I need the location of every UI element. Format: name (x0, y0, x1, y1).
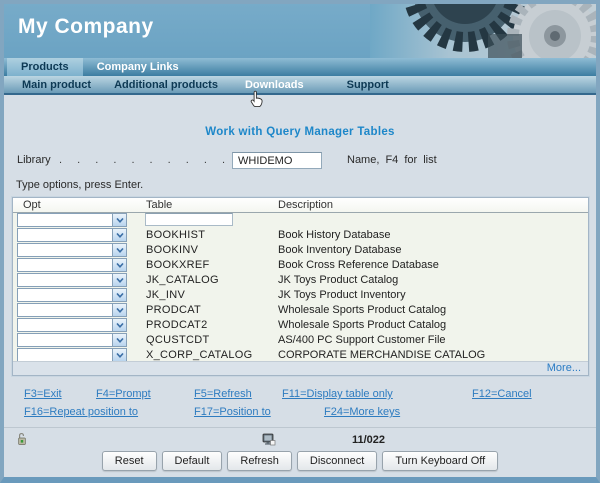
chevron-down-icon (112, 349, 126, 361)
page-header: My Company (4, 4, 596, 58)
table-name: BOOKXREF (146, 259, 210, 271)
fkey-f4[interactable]: F4=Prompt (96, 388, 151, 400)
table-name: BOOKINV (146, 244, 198, 256)
opt-dropdown[interactable] (17, 348, 127, 362)
cursor-position: 11/022 (352, 434, 385, 446)
opt-dropdown[interactable] (17, 258, 127, 272)
keyboard-button-row: ResetDefaultRefreshDisconnectTurn Keyboa… (4, 451, 596, 471)
chevron-down-icon (112, 319, 126, 331)
opt-dropdown[interactable] (17, 243, 127, 257)
table-description: Wholesale Sports Product Catalog (278, 319, 446, 331)
opt-dropdown[interactable] (17, 213, 127, 227)
opt-dropdown[interactable] (17, 303, 127, 317)
column-header-table: Table (146, 199, 172, 211)
table-row: BOOKXREF Book Cross Reference Database (13, 258, 588, 273)
more-link[interactable]: More... (547, 362, 581, 374)
chevron-down-icon (112, 214, 126, 226)
disconnect-button[interactable]: Disconnect (297, 451, 377, 471)
table-description: CORPORATE MERCHANDISE CATALOG (278, 349, 485, 361)
default-button[interactable]: Default (162, 451, 223, 471)
library-dots: . . . . . . . . . . . (59, 154, 249, 166)
table-name: PRODCAT (146, 304, 201, 316)
library-hint: Name, F4 for list (347, 154, 437, 166)
chevron-down-icon (112, 334, 126, 346)
lock-open-icon (16, 432, 28, 446)
function-keys-row-1: F3=Exit F4=Prompt F5=Refresh F11=Display ta… (4, 388, 596, 404)
table-description: Book Cross Reference Database (278, 259, 439, 271)
table-row: JK_CATALOG JK Toys Product Catalog (13, 273, 588, 288)
monitor-icon (262, 433, 276, 446)
library-input[interactable] (232, 152, 322, 169)
table-row: QCUSTCDT AS/400 PC Support Customer File (13, 333, 588, 348)
menu-item-additional-products[interactable]: Additional products (114, 79, 218, 91)
table-name: QCUSTCDT (146, 334, 210, 346)
fkey-f17[interactable]: F17=Position to (194, 406, 271, 418)
column-header-description: Description (278, 199, 333, 211)
opt-dropdown[interactable] (17, 318, 127, 332)
table-name: PRODCAT2 (146, 319, 207, 331)
menu-bar: Main product Additional products Downloads… (4, 76, 596, 95)
turn-keyboard-off-button[interactable]: Turn Keyboard Off (382, 451, 498, 471)
refresh-button[interactable]: Refresh (227, 451, 292, 471)
table-row: PRODCAT2 Wholesale Sports Product Catalog (13, 318, 588, 333)
table-description: Book History Database (278, 229, 391, 241)
table-name: BOOKHIST (146, 229, 205, 241)
column-header-opt: Opt (23, 199, 41, 211)
chevron-down-icon (112, 259, 126, 271)
opt-dropdown[interactable] (17, 333, 127, 347)
reset-button[interactable]: Reset (102, 451, 157, 471)
table-description: AS/400 PC Support Customer File (278, 334, 446, 346)
table-description: Book Inventory Database (278, 244, 402, 256)
instruction-text: Type options, press Enter. (16, 179, 143, 191)
table-header-row: Opt Table Description (13, 198, 588, 213)
chevron-down-icon (112, 274, 126, 286)
fkey-f3[interactable]: F3=Exit (24, 388, 62, 400)
table-position-row (13, 213, 588, 228)
opt-dropdown[interactable] (17, 288, 127, 302)
opt-dropdown[interactable] (17, 273, 127, 287)
table-row: JK_INV JK Toys Product Inventory (13, 288, 588, 303)
gears-image (370, 4, 596, 58)
menu-item-downloads[interactable]: Downloads (245, 79, 304, 91)
table-row: BOOKHIST Book History Database (13, 228, 588, 243)
screen-title: Work with Query Manager Tables (4, 126, 596, 138)
table-description: JK Toys Product Inventory (278, 289, 406, 301)
menu-item-main-product[interactable]: Main product (22, 79, 91, 91)
hand-cursor-icon (250, 90, 265, 108)
tab-products[interactable]: Products (7, 58, 83, 76)
table-row: PRODCAT Wholesale Sports Product Catalog (13, 303, 588, 318)
library-row: Library . . . . . . . . . . . Name, F4 f… (17, 152, 586, 169)
library-label: Library (17, 154, 51, 166)
fkey-f11[interactable]: F11=Display table only (282, 388, 393, 400)
panel-footer: More... (13, 361, 588, 375)
fkey-f12[interactable]: F12=Cancel (472, 388, 532, 400)
tables-panel: Opt Table Description BOOKHIST Book Histo… (12, 197, 589, 376)
fkey-f16[interactable]: F16=Repeat position to (24, 406, 138, 418)
browser-page: My Company ProductsCompany Links Main pr… (0, 0, 600, 483)
table-description: Wholesale Sports Product Catalog (278, 304, 446, 316)
fkey-f24[interactable]: F24=More keys (324, 406, 400, 418)
chevron-down-icon (112, 244, 126, 256)
table-row: BOOKINV Book Inventory Database (13, 243, 588, 258)
function-keys-row-2: F16=Repeat position to F17=Position to F24… (4, 406, 596, 422)
tab-bar: ProductsCompany Links (4, 58, 596, 76)
fkey-f5[interactable]: F5=Refresh (194, 388, 252, 400)
chevron-down-icon (112, 304, 126, 316)
chevron-down-icon (112, 289, 126, 301)
chevron-down-icon (112, 229, 126, 241)
menu-item-support[interactable]: Support (347, 79, 389, 91)
position-to-input[interactable] (145, 213, 233, 226)
status-separator (4, 427, 596, 428)
table-name: X_CORP_CATALOG (146, 349, 253, 361)
opt-dropdown[interactable] (17, 228, 127, 242)
tab-company-links[interactable]: Company Links (83, 58, 193, 76)
table-name: JK_INV (146, 289, 185, 301)
table-name: JK_CATALOG (146, 274, 219, 286)
company-logo-text: My Company (18, 15, 154, 39)
table-description: JK Toys Product Catalog (278, 274, 398, 286)
